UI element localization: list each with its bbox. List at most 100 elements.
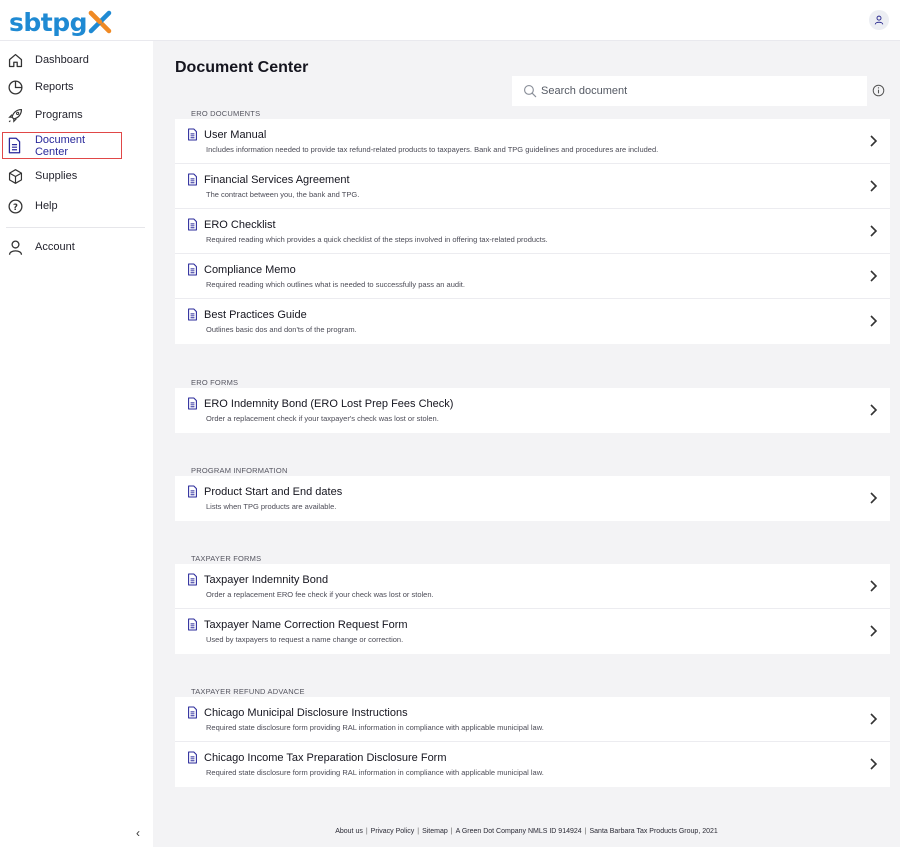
footer-separator: | xyxy=(450,828,453,835)
sbtpg-logo[interactable]: sbtpg xyxy=(9,8,112,36)
doc-card-taxpayer-forms: Taxpayer Indemnity Bond Order a replacem… xyxy=(175,564,890,654)
sidebar-item-document-center[interactable]: Document Center xyxy=(2,132,122,159)
doc-title: Taxpayer Indemnity Bond xyxy=(204,574,329,586)
sidebar-item-label: Programs xyxy=(35,109,83,121)
doc-description: Required reading which outlines what is … xyxy=(206,280,465,289)
footer-separator: | xyxy=(365,828,368,835)
sidebar-item-account[interactable]: Account xyxy=(4,234,150,260)
doc-row-taxpayer-name-correction[interactable]: Taxpayer Name Correction Request Form Us… xyxy=(175,609,890,654)
doc-title: Chicago Municipal Disclosure Instruction… xyxy=(204,707,408,719)
document-icon xyxy=(188,128,197,141)
chevron-right-icon xyxy=(870,270,878,282)
doc-description: Used by taxpayers to request a name chan… xyxy=(206,635,404,644)
sidebar-item-label: Document Center xyxy=(34,133,86,158)
doc-description: Includes information needed to provide t… xyxy=(206,145,659,154)
user-icon xyxy=(874,15,884,25)
section-label-taxpayer-refund-advance: TAXPAYER REFUND ADVANCE xyxy=(191,687,305,696)
footer-link-sitemap[interactable]: Sitemap xyxy=(422,828,448,835)
document-icon xyxy=(188,218,197,231)
doc-description: The contract between you, the bank and T… xyxy=(206,190,360,199)
doc-row-compliance-memo[interactable]: Compliance Memo Required reading which o… xyxy=(175,254,890,299)
section-label-taxpayer-forms: TAXPAYER FORMS xyxy=(191,554,262,563)
chevron-right-icon xyxy=(870,225,878,237)
sidebar-item-help[interactable]: ? Help xyxy=(4,193,150,219)
document-icon xyxy=(188,751,197,764)
collapse-sidebar-button[interactable]: ‹ xyxy=(130,825,146,841)
box-icon xyxy=(6,167,24,185)
sidebar-item-programs[interactable]: Programs xyxy=(4,102,150,128)
document-icon xyxy=(188,308,197,321)
sidebar-divider xyxy=(6,227,145,228)
doc-row-ero-indemnity-bond[interactable]: ERO Indemnity Bond (ERO Lost Prep Fees C… xyxy=(175,388,890,433)
doc-card-taxpayer-refund-advance: Chicago Municipal Disclosure Instruction… xyxy=(175,697,890,787)
document-icon xyxy=(188,173,197,186)
chevron-right-icon xyxy=(870,580,878,592)
pie-chart-icon xyxy=(6,78,24,96)
footer-separator: | xyxy=(584,828,587,835)
doc-title: Compliance Memo xyxy=(204,264,296,276)
doc-card-ero-documents: User Manual Includes information needed … xyxy=(175,119,890,344)
doc-title: ERO Checklist xyxy=(204,219,276,231)
search-icon xyxy=(523,84,537,98)
doc-title: Financial Services Agreement xyxy=(204,174,350,186)
sidebar: Dashboard Reports Programs Document Cent… xyxy=(0,41,153,847)
document-icon xyxy=(188,706,197,719)
chevron-right-icon xyxy=(870,713,878,725)
footer-link-privacy-policy[interactable]: Privacy Policy xyxy=(371,828,415,835)
sidebar-item-label: Dashboard xyxy=(35,54,89,66)
doc-row-user-manual[interactable]: User Manual Includes information needed … xyxy=(175,119,890,164)
user-icon xyxy=(6,238,24,256)
doc-row-ero-checklist[interactable]: ERO Checklist Required reading which pro… xyxy=(175,209,890,254)
sidebar-item-dashboard[interactable]: Dashboard xyxy=(4,47,150,73)
user-menu-button[interactable] xyxy=(869,10,889,30)
search-input[interactable] xyxy=(541,85,851,97)
doc-title: User Manual xyxy=(204,129,267,141)
rocket-icon xyxy=(6,106,24,124)
search-box xyxy=(512,76,867,106)
footer-separator: | xyxy=(417,828,420,835)
doc-row-chicago-municipal-disclosure[interactable]: Chicago Municipal Disclosure Instruction… xyxy=(175,697,890,742)
top-bar: sbtpg xyxy=(0,0,900,41)
document-icon xyxy=(188,573,197,586)
footer-link-about-us[interactable]: About us xyxy=(335,828,363,835)
doc-row-taxpayer-indemnity-bond[interactable]: Taxpayer Indemnity Bond Order a replacem… xyxy=(175,564,890,609)
doc-title: Chicago Income Tax Preparation Disclosur… xyxy=(204,752,447,764)
info-button[interactable] xyxy=(872,84,885,97)
doc-description: Required state disclosure form providing… xyxy=(206,723,544,732)
doc-title: Taxpayer Name Correction Request Form xyxy=(204,619,408,631)
chevron-right-icon xyxy=(870,758,878,770)
doc-card-ero-forms: ERO Indemnity Bond (ERO Lost Prep Fees C… xyxy=(175,388,890,433)
sidebar-item-label: Supplies xyxy=(35,170,78,182)
document-icon xyxy=(6,137,24,155)
chevron-right-icon xyxy=(870,315,878,327)
chevron-right-icon xyxy=(870,404,878,416)
chevron-right-icon xyxy=(870,492,878,504)
doc-row-product-start-end-dates[interactable]: Product Start and End dates Lists when T… xyxy=(175,476,890,521)
doc-description: Order a replacement ERO fee check if you… xyxy=(206,590,434,599)
doc-description: Outlines basic dos and don'ts of the pro… xyxy=(206,325,357,334)
home-icon xyxy=(6,51,24,69)
sidebar-item-reports[interactable]: Reports xyxy=(4,74,150,100)
chevron-left-icon: ‹ xyxy=(136,826,140,840)
doc-description: Required state disclosure form providing… xyxy=(206,768,544,777)
svg-text:?: ? xyxy=(13,202,18,212)
document-icon xyxy=(188,263,197,276)
logo-text: sbtpg xyxy=(9,7,88,37)
document-icon xyxy=(188,485,197,498)
help-circle-icon: ? xyxy=(6,197,24,215)
doc-row-financial-services-agreement[interactable]: Financial Services Agreement The contrac… xyxy=(175,164,890,209)
footer-copyright: Santa Barbara Tax Products Group, 2021 xyxy=(589,828,718,835)
info-icon xyxy=(872,84,885,97)
section-label-ero-forms: ERO FORMS xyxy=(191,378,239,387)
chevron-right-icon xyxy=(870,180,878,192)
doc-description: Lists when TPG products are available. xyxy=(206,502,337,511)
logo-x-mark xyxy=(88,10,112,34)
footer-company: A Green Dot Company NMLS ID 914924 xyxy=(455,828,582,835)
doc-row-best-practices-guide[interactable]: Best Practices Guide Outlines basic dos … xyxy=(175,299,890,344)
sidebar-item-supplies[interactable]: Supplies xyxy=(4,163,150,189)
doc-description: Order a replacement check if your taxpay… xyxy=(206,414,439,423)
doc-row-chicago-income-tax-disclosure[interactable]: Chicago Income Tax Preparation Disclosur… xyxy=(175,742,890,787)
doc-description: Required reading which provides a quick … xyxy=(206,235,548,244)
sidebar-item-label: Help xyxy=(35,200,58,212)
footer: About us | Privacy Policy | Sitemap | A Green … xyxy=(153,828,900,835)
